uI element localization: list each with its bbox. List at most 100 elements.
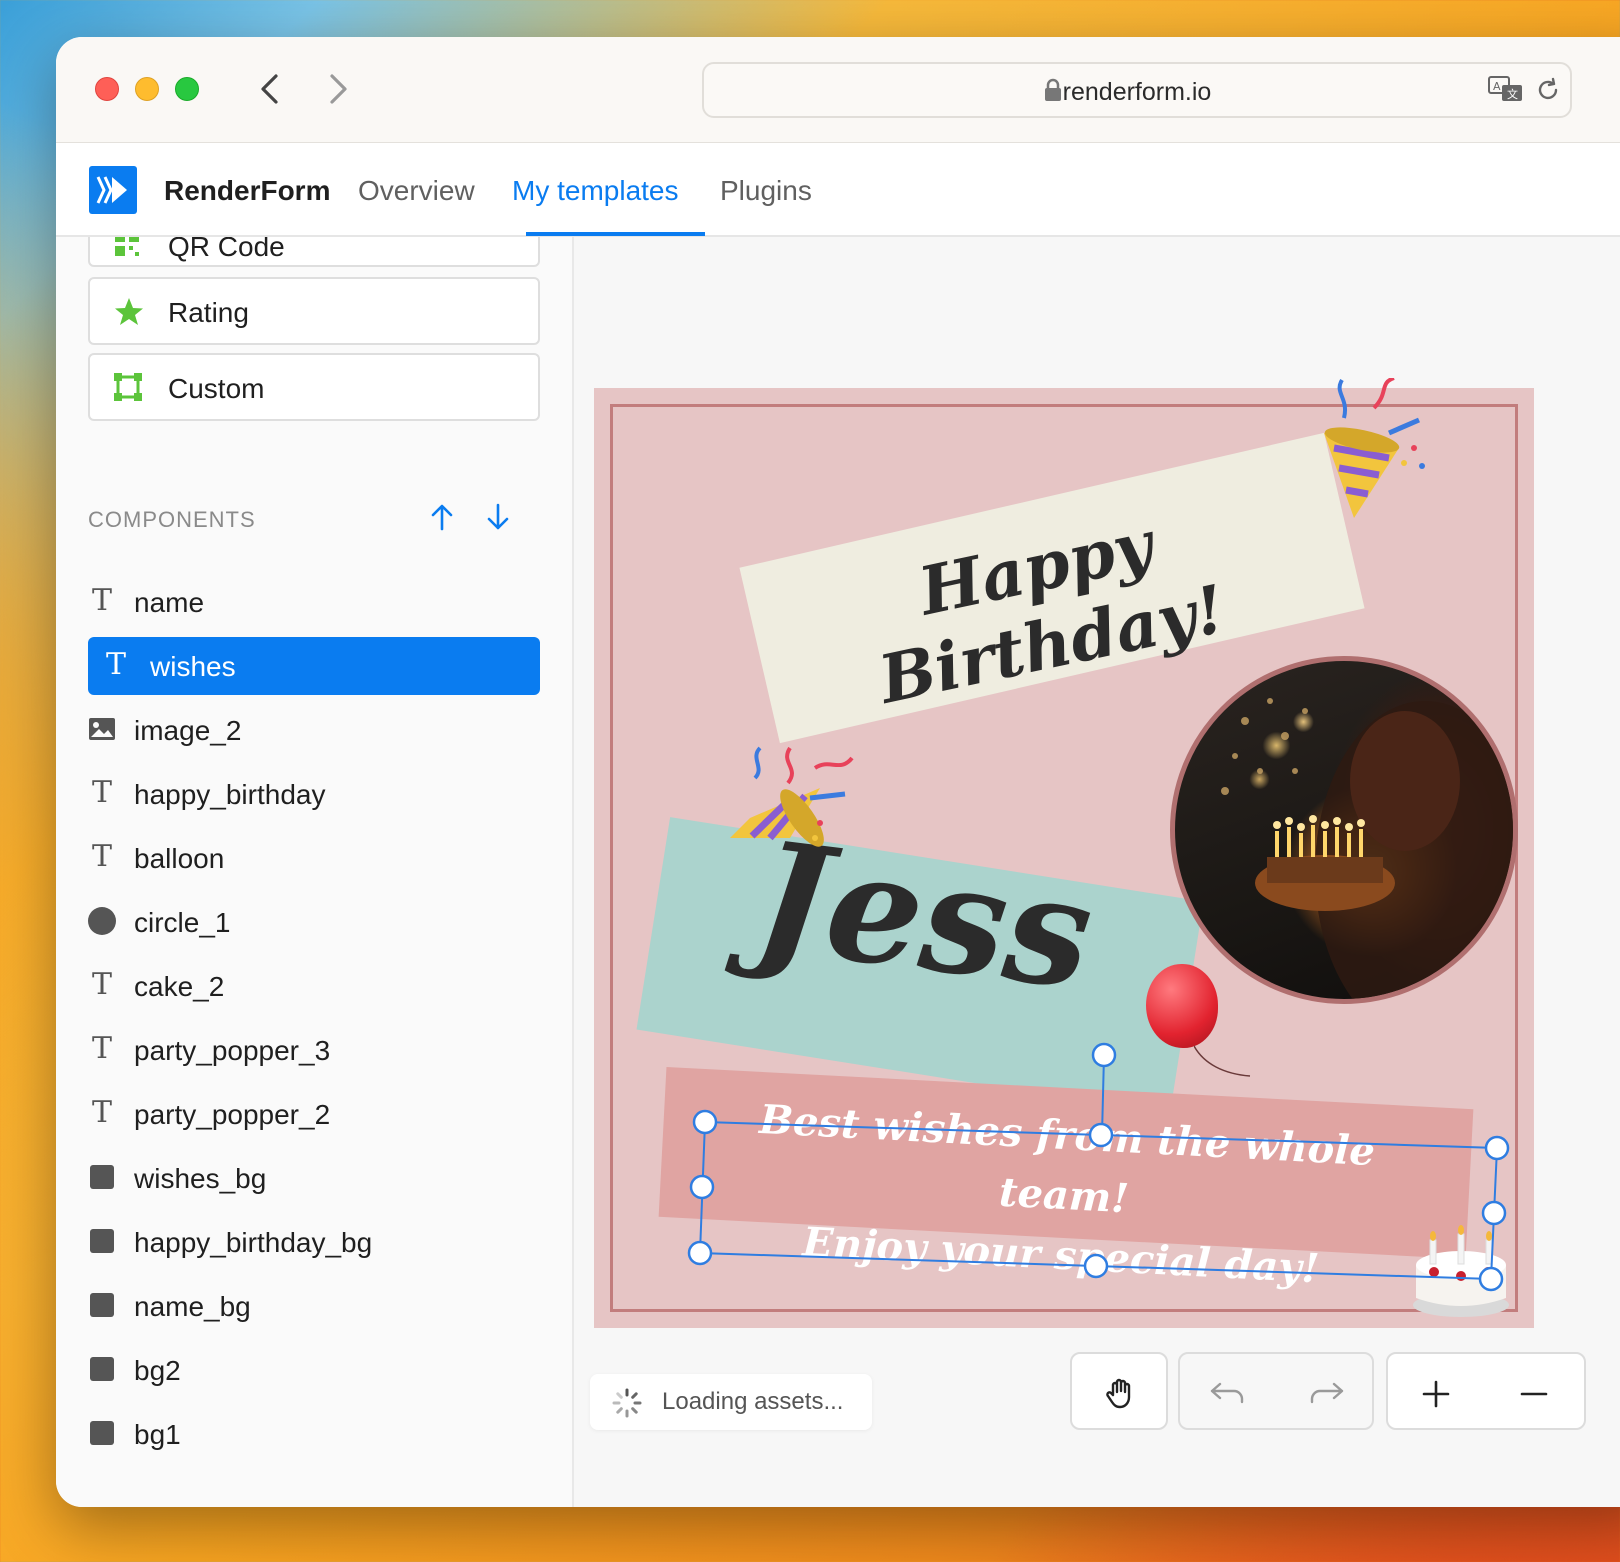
- component-item-wishes[interactable]: T wishes: [88, 637, 540, 695]
- svg-text:文: 文: [1507, 87, 1518, 101]
- component-item-circle-1[interactable]: circle_1: [88, 893, 540, 951]
- pan-tool-button[interactable]: [1070, 1352, 1168, 1430]
- browser-toolbar: renderform.io A文: [56, 37, 1620, 143]
- party-popper-2-emoji[interactable]: [720, 728, 860, 878]
- zoom-button-group: [1386, 1352, 1586, 1430]
- undo-icon: [1210, 1382, 1244, 1404]
- photo-content: [1221, 698, 1513, 999]
- component-label: cake_2: [134, 971, 225, 1002]
- redo-button[interactable]: [1306, 1374, 1346, 1410]
- component-item-balloon[interactable]: T balloon: [88, 829, 540, 887]
- renderform-logo-icon[interactable]: [89, 166, 137, 214]
- back-button[interactable]: [251, 71, 287, 107]
- qr-code-icon: [114, 237, 140, 262]
- template-card[interactable]: Happy Birthday! Jess Best wishes from th…: [594, 378, 1534, 1328]
- reload-icon[interactable]: [1534, 76, 1562, 109]
- add-qr-code-button[interactable]: QR Code: [88, 237, 540, 267]
- arrow-up-icon: [431, 504, 453, 531]
- component-label: bg1: [134, 1419, 181, 1450]
- wishes-text[interactable]: Best wishes from the whole team! Enjoy y…: [710, 1088, 1418, 1304]
- rectangle-icon: [88, 1419, 116, 1447]
- url-text: renderform.io: [1062, 78, 1212, 106]
- text-icon: T: [91, 1095, 112, 1130]
- component-item-happy-birthday[interactable]: T happy_birthday: [88, 765, 540, 823]
- brand-name[interactable]: RenderForm: [164, 175, 330, 207]
- move-down-button[interactable]: [480, 499, 516, 535]
- nav-plugins[interactable]: Plugins: [720, 175, 812, 207]
- component-label: image_2: [134, 715, 242, 746]
- star-icon: [114, 297, 144, 332]
- history-button-group: [1178, 1352, 1374, 1430]
- component-item-party-popper-3[interactable]: T party_popper_3: [88, 1021, 540, 1079]
- arrow-down-icon: [487, 503, 509, 530]
- text-icon: T: [91, 967, 112, 1002]
- image-icon: [88, 715, 116, 743]
- component-item-bg1[interactable]: bg1: [88, 1405, 540, 1463]
- close-window-button[interactable]: [95, 77, 119, 101]
- nav-overview[interactable]: Overview: [358, 175, 475, 207]
- zoom-in-button[interactable]: [1418, 1376, 1454, 1412]
- chevron-left-icon: [261, 74, 278, 104]
- forward-button[interactable]: [321, 71, 357, 107]
- loading-text: Loading assets...: [662, 1388, 844, 1415]
- spinner-icon: [612, 1388, 642, 1423]
- rectangle-icon: [88, 1227, 116, 1255]
- add-custom-button[interactable]: Custom: [88, 353, 540, 421]
- component-item-party-popper-2[interactable]: T party_popper_2: [88, 1085, 540, 1143]
- component-label: happy_birthday_bg: [134, 1227, 373, 1258]
- component-label: name: [134, 587, 205, 618]
- component-label: circle_1: [134, 907, 231, 938]
- active-nav-indicator: [526, 232, 705, 236]
- text-icon: T: [105, 647, 126, 682]
- component-label: happy_birthday: [134, 779, 326, 810]
- maximize-window-button[interactable]: [175, 77, 199, 101]
- balloon-string: [1194, 1045, 1251, 1077]
- custom-shape-icon: [114, 373, 142, 406]
- rectangle-icon: [88, 1355, 116, 1383]
- add-custom-label: Custom: [168, 373, 265, 404]
- sidebar: QR Code Rating Custom COMPONENTS T name …: [56, 237, 574, 1507]
- add-rating-label: Rating: [168, 297, 249, 328]
- component-label: balloon: [134, 843, 225, 874]
- component-item-name-bg[interactable]: name_bg: [88, 1277, 540, 1335]
- move-up-button[interactable]: [424, 499, 460, 535]
- rectangle-icon: [88, 1163, 116, 1191]
- text-icon: T: [91, 1031, 112, 1066]
- component-item-name[interactable]: T name: [88, 573, 540, 631]
- minimize-window-button[interactable]: [135, 77, 159, 101]
- balloon-emoji[interactable]: [1146, 964, 1218, 1048]
- component-label: party_popper_3: [134, 1035, 331, 1066]
- undo-button[interactable]: [1208, 1374, 1248, 1410]
- component-item-wishes-bg[interactable]: wishes_bg: [88, 1149, 540, 1207]
- component-label: wishes: [150, 651, 236, 682]
- nav-my-templates[interactable]: My templates: [512, 175, 679, 207]
- party-popper-3-emoji[interactable]: [1294, 378, 1434, 528]
- zoom-out-button[interactable]: [1516, 1376, 1552, 1412]
- redo-icon: [1310, 1382, 1344, 1404]
- component-item-image-2[interactable]: image_2: [88, 701, 540, 759]
- text-icon: T: [91, 839, 112, 874]
- components-header: COMPONENTS: [88, 507, 256, 532]
- component-item-bg2[interactable]: bg2: [88, 1341, 540, 1399]
- plus-icon: [1422, 1380, 1450, 1408]
- text-icon: T: [91, 775, 112, 810]
- component-label: party_popper_2: [134, 1099, 331, 1130]
- loading-status: Loading assets...: [590, 1374, 872, 1430]
- translate-icon[interactable]: A文: [1488, 76, 1524, 109]
- cake-emoji[interactable]: [1406, 1210, 1516, 1320]
- app-header: RenderForm Overview My templates Plugins: [56, 143, 1620, 237]
- component-item-happy-birthday-bg[interactable]: happy_birthday_bg: [88, 1213, 540, 1271]
- circle-icon: [88, 907, 116, 935]
- birthday-photo-image[interactable]: [1170, 656, 1518, 1004]
- add-qr-code-label: QR Code: [168, 237, 285, 262]
- rectangle-icon: [88, 1291, 116, 1319]
- add-rating-button[interactable]: Rating: [88, 277, 540, 345]
- text-icon: T: [91, 583, 112, 618]
- component-item-cake-2[interactable]: T cake_2: [88, 957, 540, 1015]
- address-bar[interactable]: renderform.io A文: [702, 62, 1572, 118]
- chevron-right-icon: [330, 74, 347, 104]
- minus-icon: [1520, 1392, 1548, 1396]
- hand-icon: [1106, 1378, 1131, 1409]
- component-label: name_bg: [134, 1291, 251, 1322]
- svg-text:A: A: [1493, 80, 1501, 93]
